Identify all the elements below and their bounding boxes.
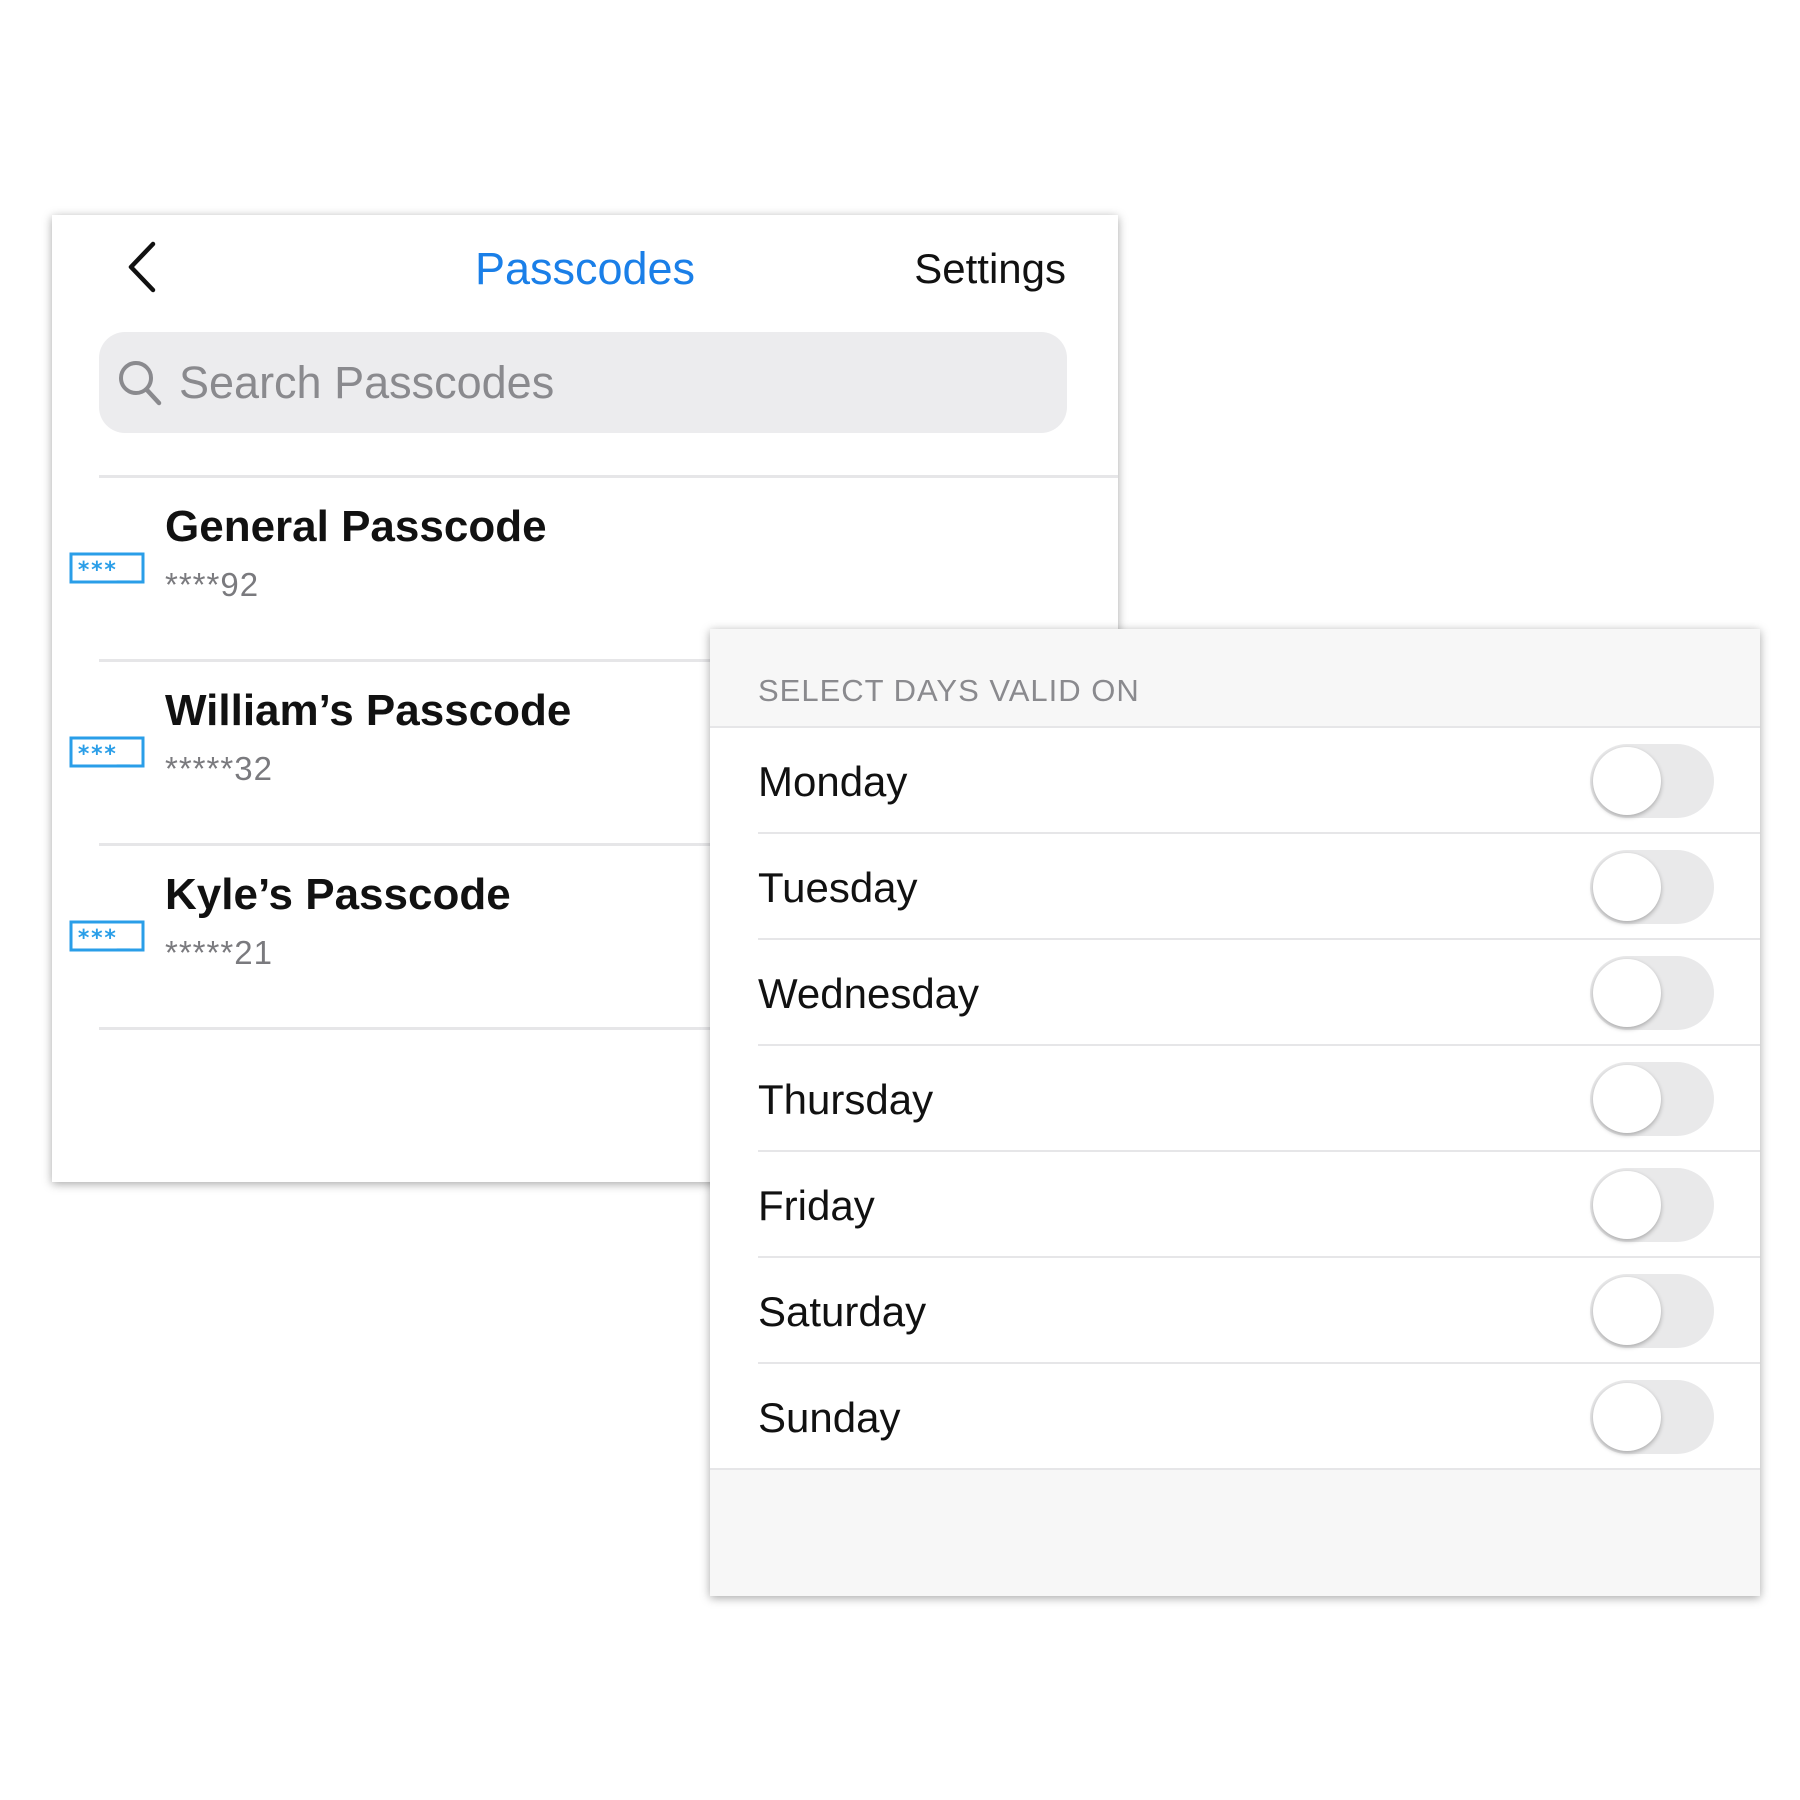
tuesday-toggle[interactable] bbox=[1590, 850, 1714, 924]
screenshot-stage: Passcodes Settings ***_ General Passcode… bbox=[0, 0, 1800, 1800]
day-row-sunday: Sunday bbox=[758, 1364, 1760, 1468]
day-row-monday: Monday bbox=[758, 728, 1760, 834]
day-label: Wednesday bbox=[758, 970, 980, 1017]
settings-button[interactable]: Settings bbox=[914, 245, 1066, 293]
section-header: SELECT DAYS VALID ON bbox=[758, 673, 1140, 708]
day-label: Saturday bbox=[758, 1288, 927, 1335]
day-row-tuesday: Tuesday bbox=[758, 834, 1760, 940]
wednesday-toggle[interactable] bbox=[1590, 956, 1714, 1030]
day-label: Tuesday bbox=[758, 864, 918, 911]
divider bbox=[710, 1468, 1760, 1470]
toggle-knob bbox=[1593, 1171, 1661, 1239]
day-row-wednesday: Wednesday bbox=[758, 940, 1760, 1046]
passcode-masked-code: *****32 bbox=[165, 750, 273, 787]
toggle-knob bbox=[1593, 1277, 1661, 1345]
search-bar[interactable] bbox=[99, 332, 1067, 433]
passcode-field-icon: ***_ bbox=[69, 736, 145, 768]
passcode-name: Kyle’s Passcode bbox=[165, 870, 511, 919]
toggle-knob bbox=[1593, 1383, 1661, 1451]
toggle-knob bbox=[1593, 1065, 1661, 1133]
days-panel: SELECT DAYS VALID ON Monday Tuesday Wedn… bbox=[710, 629, 1760, 1596]
friday-toggle[interactable] bbox=[1590, 1168, 1714, 1242]
passcode-name: General Passcode bbox=[165, 502, 547, 551]
day-label: Friday bbox=[758, 1182, 875, 1229]
back-button[interactable] bbox=[112, 237, 172, 297]
search-icon bbox=[119, 360, 162, 405]
day-label: Monday bbox=[758, 758, 908, 805]
passcode-name: William’s Passcode bbox=[165, 686, 572, 735]
passcode-masked-code: *****21 bbox=[165, 934, 273, 971]
saturday-toggle[interactable] bbox=[1590, 1274, 1714, 1348]
toggle-knob bbox=[1593, 959, 1661, 1027]
day-row-thursday: Thursday bbox=[758, 1046, 1760, 1152]
search-input[interactable] bbox=[177, 355, 1041, 410]
passcode-field-icon: ***_ bbox=[69, 920, 145, 952]
thursday-toggle[interactable] bbox=[1590, 1062, 1714, 1136]
day-row-saturday: Saturday bbox=[758, 1258, 1760, 1364]
day-label: Sunday bbox=[758, 1394, 901, 1441]
nav-bar: Passcodes Settings bbox=[52, 215, 1118, 325]
toggle-knob bbox=[1593, 747, 1661, 815]
monday-toggle[interactable] bbox=[1590, 744, 1714, 818]
svg-text:***_: ***_ bbox=[77, 742, 131, 767]
days-list: Monday Tuesday Wednesday Thursday Friday… bbox=[710, 726, 1760, 1470]
svg-text:***_: ***_ bbox=[77, 926, 131, 951]
toggle-knob bbox=[1593, 853, 1661, 921]
svg-text:***_: ***_ bbox=[77, 558, 131, 583]
chevron-left-icon bbox=[128, 241, 156, 293]
passcode-field-icon: ***_ bbox=[69, 552, 145, 584]
sunday-toggle[interactable] bbox=[1590, 1380, 1714, 1454]
day-label: Thursday bbox=[758, 1076, 934, 1123]
day-row-friday: Friday bbox=[758, 1152, 1760, 1258]
passcode-masked-code: ****92 bbox=[165, 566, 260, 603]
